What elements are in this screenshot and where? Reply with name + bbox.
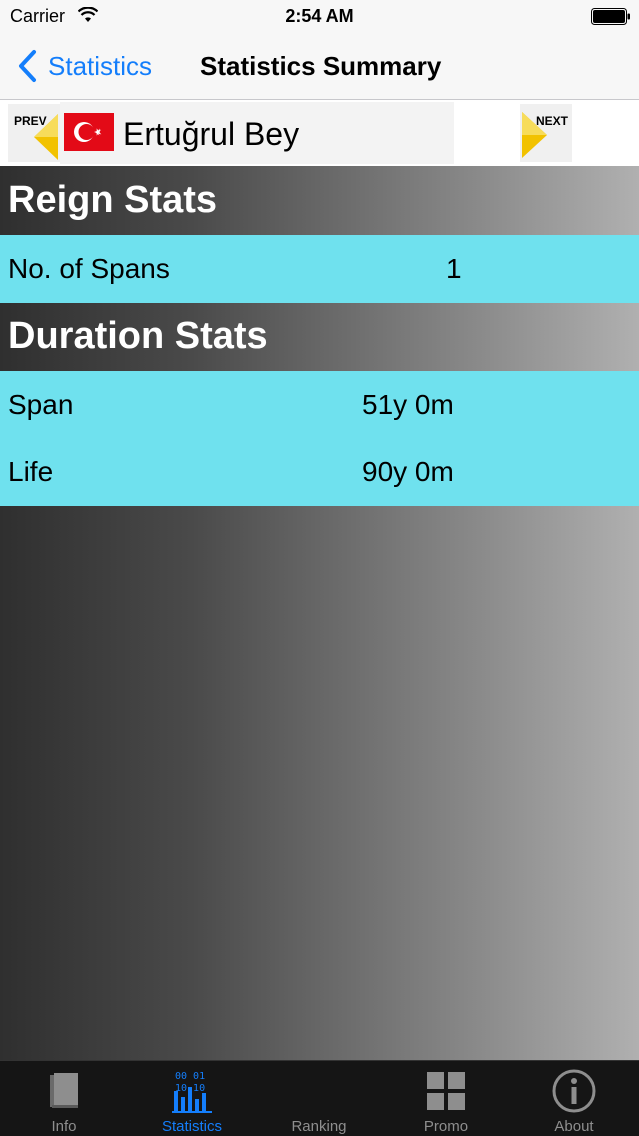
next-label: NEXT <box>536 114 569 128</box>
svg-text:00 01: 00 01 <box>175 1071 205 1082</box>
section-header-reign: Reign Stats <box>8 179 218 221</box>
ruler-name: Ertuğrul Bey <box>123 116 300 152</box>
stat-row-span: Span 51y 0m <box>0 371 639 439</box>
stat-label: No. of Spans <box>8 253 170 284</box>
tab-bar: Info 00 01 10 10 Statistics Ranking Prom… <box>0 1060 639 1136</box>
chevron-left-icon <box>19 50 36 82</box>
stat-label: Life <box>8 456 54 487</box>
statistics-content[interactable]: Reign Stats No. of Spans 1 Duration Stat… <box>0 166 639 1060</box>
page-title: Statistics Summary <box>200 51 442 81</box>
tab-label: Info <box>51 1118 77 1135</box>
book-icon <box>50 1073 78 1108</box>
stat-value: 51y 0m <box>362 389 454 420</box>
stat-value: 90y 0m <box>362 456 454 487</box>
stat-value: 1 <box>446 253 462 284</box>
tab-label: Statistics <box>161 1118 222 1135</box>
navigation-bar: Statistics Statistics Summary <box>0 34 639 100</box>
prev-button[interactable]: PREV <box>8 104 60 162</box>
back-button-label: Statistics <box>48 50 153 81</box>
stat-row-life: Life 90y 0m <box>0 438 639 506</box>
info-icon <box>552 1069 596 1113</box>
status-time: 2:54 AM <box>285 6 354 26</box>
tab-label: Promo <box>423 1118 469 1135</box>
statistics-icon: 00 01 10 10 <box>172 1071 212 1113</box>
ruler-selector: PREV Ertuğrul Bey NEXT <box>0 100 639 166</box>
grid-icon <box>427 1072 465 1110</box>
tab-label: About <box>554 1118 594 1135</box>
tab-statistics[interactable]: 00 01 10 10 Statistics <box>128 1061 256 1136</box>
tab-about[interactable]: About <box>510 1061 638 1136</box>
stat-row-spans: No. of Spans 1 <box>0 235 639 303</box>
stat-label: Span <box>8 389 74 420</box>
battery-icon <box>591 8 630 25</box>
tab-info[interactable]: Info <box>0 1061 128 1136</box>
tab-label: Ranking <box>291 1118 347 1135</box>
status-bar: Carrier 2:54 AM <box>0 0 639 34</box>
tab-ranking[interactable]: Ranking <box>255 1061 383 1136</box>
ruler-display: Ertuğrul Bey <box>60 102 454 164</box>
prev-label: PREV <box>14 114 47 128</box>
back-button[interactable]: Statistics <box>16 48 152 84</box>
section-header-duration: Duration Stats <box>8 315 268 357</box>
next-button[interactable]: NEXT <box>520 104 572 162</box>
tab-promo[interactable]: Promo <box>382 1061 510 1136</box>
turkey-flag-icon <box>64 113 114 151</box>
